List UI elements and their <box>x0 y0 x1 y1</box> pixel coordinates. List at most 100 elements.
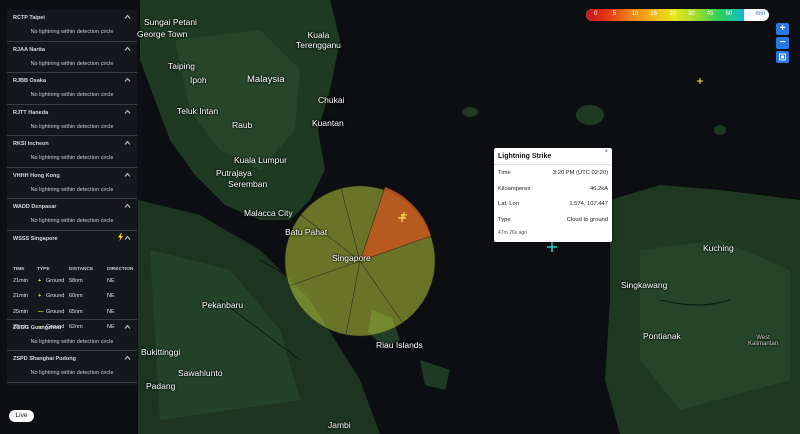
label-riau-islands: Riau Islands <box>376 340 423 350</box>
airport-sidebar: RCTP Taipei No lightning within detection… <box>7 10 137 386</box>
strike-cross-icon: + <box>38 293 42 299</box>
popup-row-value: 46.2kA <box>589 185 608 192</box>
strike-time: 25min <box>13 308 28 315</box>
chevron-up-icon[interactable] <box>124 172 131 178</box>
strike-distance: 65nm <box>69 308 83 315</box>
legend-label: 20 <box>669 11 676 17</box>
popup-row: Lat, Lon 1.574, 107.447 <box>498 201 608 213</box>
chevron-up-icon[interactable] <box>124 46 131 52</box>
legend-label: 30 <box>688 11 695 17</box>
strike-distance: 58nm <box>69 277 83 284</box>
strike-type: Ground <box>46 293 65 299</box>
airport-panel-title: VHHH Hong Kong <box>13 172 60 179</box>
column-type: TYPE <box>37 266 50 272</box>
panel-status-message: No lightning within detection circle <box>30 218 114 224</box>
legend-label: 45 <box>706 11 714 17</box>
airport-panel[interactable]: RJAA Narita No lightning within detection… <box>7 42 137 73</box>
legend-label: 15 <box>650 11 658 17</box>
chevron-up-icon[interactable] <box>124 235 131 241</box>
strike-row[interactable]: 21min Ground 60nm NE + <box>13 293 133 302</box>
label-kuala-terengganu: Kuala Terengganu <box>296 30 341 50</box>
strike-time: 21min <box>13 293 28 299</box>
strike-row[interactable]: 21min Ground 58nm NE + <box>13 278 133 287</box>
chevron-up-icon[interactable] <box>124 14 131 20</box>
label-batu-pahat: Batu Pahat <box>285 227 328 237</box>
selected-strike-marker-icon[interactable] <box>546 241 558 253</box>
airport-panel[interactable]: VHHH Hong Kong No lightning within detect… <box>7 168 137 199</box>
panel-status-message: No lightning within detection circle <box>30 92 114 98</box>
label-padang: Padang <box>146 381 176 391</box>
label-sawahlunto: Sawahlunto <box>178 368 223 378</box>
airport-panel-title: ZGGG Guangzhou <box>13 324 61 331</box>
strike-dash-icon: — <box>38 308 44 315</box>
popup-row-value: 3:20 PM (UTC 02:20) <box>552 170 608 176</box>
panel-status-message: No lightning within detection circle <box>30 60 114 67</box>
chevron-up-icon[interactable] <box>124 109 131 115</box>
airport-panel-title: WSSS Singapore <box>13 235 58 242</box>
airport-panel-title: WADD Denpasar <box>13 204 57 210</box>
label-seremban: Seremban <box>228 179 268 189</box>
strike-direction: NE <box>107 293 115 299</box>
popup-close-button[interactable]: × <box>604 149 608 155</box>
popup-age: 47m 26s ago <box>498 230 527 236</box>
popup-title: Lightning Strike <box>498 153 552 160</box>
airport-panel[interactable]: ZSPD Shanghai Pudong No lightning within … <box>7 351 137 383</box>
strike-cross-icon[interactable] <box>400 211 408 219</box>
label-pekanbaru: Pekanbaru <box>202 300 244 310</box>
label-taiping: Taiping <box>168 61 195 71</box>
label-singkawang: Singkawang <box>621 280 668 290</box>
label-malacca-city: Malacca City <box>244 208 293 218</box>
airport-panel[interactable]: RKSI Incheon No lightning within detectio… <box>7 136 137 168</box>
popup-row-key: Kiloamperes <box>498 185 531 192</box>
label-malaysia: Malaysia <box>247 74 285 85</box>
chevron-up-icon[interactable] <box>124 140 131 146</box>
airport-panel-title: RKSI Incheon <box>13 141 49 147</box>
legend-label: 60 <box>725 11 733 17</box>
strike-row[interactable]: 25min Ground 65nm NE — <box>13 309 133 318</box>
airport-panel[interactable]: RJTT Haneda No lightning within detection… <box>7 105 137 136</box>
legend-label: 0 <box>594 11 598 17</box>
legend-unit: min <box>755 11 765 17</box>
label-west-kalimantan: West Kalimantan <box>748 335 779 347</box>
airport-panel[interactable]: RCTP Taipei No lightning within detection… <box>7 10 137 42</box>
label-raub: Raub <box>232 120 253 130</box>
lightning-strike-popup: Lightning Strike × Time 3:20 PM (UTC 02:2… <box>494 148 612 242</box>
label-pontianak: Pontianak <box>643 331 681 341</box>
chevron-up-icon[interactable] <box>124 355 131 361</box>
live-button[interactable]: Live <box>9 410 34 422</box>
chevron-up-icon[interactable] <box>124 324 131 330</box>
airport-panel-title: RCTP Taipei <box>13 15 45 21</box>
lightning-bolt-icon <box>118 232 123 241</box>
airport-panel-wsss[interactable]: WSSS Singapore TIME TYPE DISTANCE DIRECT… <box>7 231 137 330</box>
airport-panel[interactable]: ZGGG Guangzhou No lightning within detect… <box>7 320 137 351</box>
label-kuantan: Kuantan <box>312 118 344 128</box>
airport-panel[interactable]: RJBB Osaka No lightning within detection … <box>7 73 137 105</box>
popup-row: Kiloamperes 46.2kA <box>498 186 608 198</box>
strike-time: 21min <box>13 277 28 284</box>
chevron-up-icon[interactable] <box>124 77 131 83</box>
strike-cross-icon[interactable] <box>696 77 704 85</box>
layers-icon <box>779 53 786 61</box>
panel-status-message: No lightning within detection circle <box>30 123 114 130</box>
chevron-up-icon[interactable] <box>124 203 131 209</box>
popup-divider <box>494 164 612 165</box>
column-direction: DIRECTION <box>107 266 134 272</box>
zoom-out-button[interactable]: − <box>776 37 789 49</box>
airport-panel-title: RJBB Osaka <box>13 78 47 84</box>
airport-panel-title: ZSPD Shanghai Pudong <box>13 356 76 362</box>
strike-type: Ground <box>46 308 65 315</box>
label-george-town: George Town <box>137 29 188 39</box>
popup-row-key: Type <box>498 216 511 223</box>
zoom-in-button[interactable]: + <box>776 23 789 35</box>
label-jambi: Jambi <box>328 420 351 430</box>
airport-panel-title: RJTT Haneda <box>13 109 49 116</box>
label-sungai-petani: Sungai Petani <box>144 17 197 27</box>
layers-button[interactable] <box>776 51 789 63</box>
panel-status-message: No lightning within detection circle <box>30 186 114 193</box>
label-kuala-lumpur: Kuala Lumpur <box>234 155 287 165</box>
airport-panel[interactable]: WADD Denpasar No lightning within detecti… <box>7 199 137 231</box>
panel-status-message: No lightning within detection circle <box>30 338 114 345</box>
airport-panel-title: RJAA Narita <box>13 46 45 53</box>
legend-label: 5 <box>612 11 617 17</box>
strike-cross-icon: + <box>38 277 42 284</box>
